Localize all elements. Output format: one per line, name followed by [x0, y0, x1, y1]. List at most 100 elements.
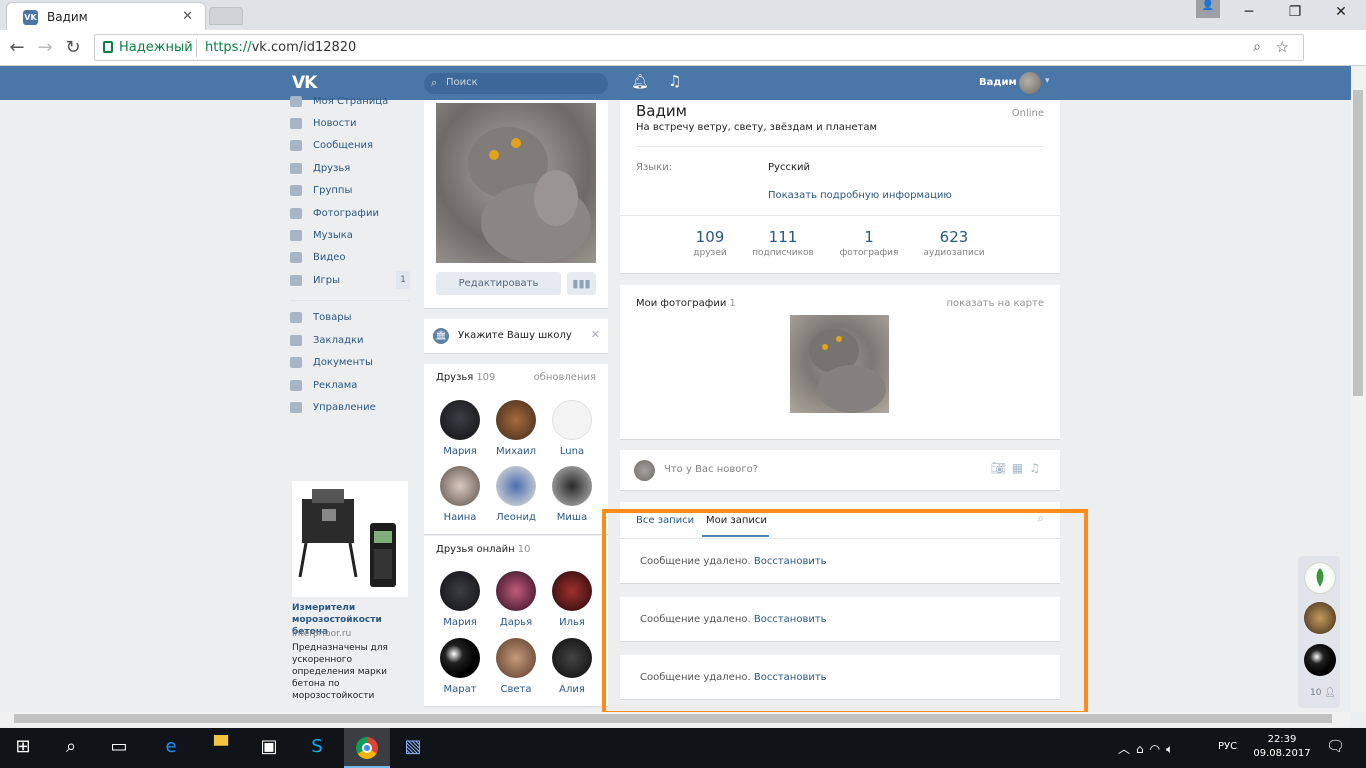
sidebar-item-manage[interactable]: Управление	[290, 400, 410, 418]
edit-button[interactable]: Редактировать	[436, 272, 561, 295]
friend-item[interactable]: Дарья	[491, 571, 541, 628]
chevron-down-icon[interactable]: ▾	[1045, 76, 1050, 86]
friend-item[interactable]: Марат	[435, 638, 485, 695]
sidebar-item-games[interactable]: Игры	[290, 273, 410, 291]
avatar[interactable]	[1304, 602, 1336, 634]
restore-link[interactable]: Восстановить	[754, 672, 827, 683]
friend-item[interactable]: Алия	[547, 638, 597, 695]
start-icon[interactable]: ⊞	[6, 736, 40, 757]
restore-link[interactable]: Восстановить	[754, 614, 827, 625]
avatar	[552, 638, 592, 678]
star-icon[interactable]: ☆	[1276, 38, 1289, 56]
profile-icon[interactable]: 👤	[1196, 0, 1220, 18]
online-count[interactable]: 10 👤︎	[1310, 688, 1336, 698]
skype-icon[interactable]: S	[300, 736, 334, 757]
show-more-info-link[interactable]: Показать подробную информацию	[768, 190, 952, 201]
camera-icon[interactable]: 📷︎	[991, 461, 1012, 475]
new-post-input[interactable]: Что у Вас нового?	[664, 464, 758, 475]
language-indicator[interactable]: РУС	[1218, 741, 1237, 752]
school-prompt-card[interactable]: 🏛︎ Укажите Вашу школу ✕	[424, 319, 608, 353]
friend-item[interactable]: Мария	[435, 400, 485, 457]
header-user-name[interactable]: Вадим	[979, 77, 1017, 88]
sidebar-item-messages[interactable]: Сообщения	[290, 138, 410, 156]
counter-followers[interactable]: 111 подписчиков	[738, 228, 828, 258]
notification-icon[interactable]: 🗨︎	[1326, 737, 1345, 755]
close-tab-icon[interactable]: ✕	[182, 9, 193, 24]
friends-title[interactable]: Друзья 109	[436, 372, 495, 383]
sidebar-item-documents[interactable]: Документы	[290, 355, 410, 373]
minimize-icon[interactable]: ─	[1234, 4, 1264, 20]
sidebar-item-bookmarks[interactable]: Закладки	[290, 333, 410, 351]
search-input[interactable]: ⌕ Поиск	[424, 73, 608, 94]
friend-item[interactable]: Михаил	[491, 400, 541, 457]
music-icon[interactable]: ♫	[668, 72, 681, 90]
friend-item[interactable]: Миша	[547, 466, 597, 523]
search-icon[interactable]: ⌕	[1037, 511, 1044, 526]
star-icon	[290, 335, 302, 346]
folder-icon[interactable]: ▀	[204, 736, 238, 757]
film-icon[interactable]: ▦	[1012, 461, 1029, 475]
sidebar-item-video[interactable]: Видео	[290, 250, 410, 268]
sidebar-item-goods[interactable]: Товары	[290, 310, 410, 328]
close-icon[interactable]: ✕	[591, 328, 600, 341]
sidebar-item-photos[interactable]: Фотографии	[290, 206, 410, 224]
edge-icon[interactable]: e	[154, 736, 188, 757]
clock[interactable]: 22:39 09.08.2017	[1252, 733, 1312, 761]
sidebar-item-news[interactable]: Новости	[290, 116, 410, 134]
friend-item[interactable]: Света	[491, 638, 541, 695]
tab-all-posts[interactable]: Все записи	[636, 515, 694, 526]
languages-value[interactable]: Русский	[768, 162, 810, 173]
friend-item[interactable]: Наина	[435, 466, 485, 523]
task-view-icon[interactable]: ▭	[102, 736, 136, 757]
close-window-icon[interactable]: ✕	[1326, 4, 1356, 20]
photo-thumbnail[interactable]	[790, 315, 889, 413]
chrome-taskbar-button[interactable]	[344, 728, 390, 768]
system-tray[interactable]: ︿⌂◠🔈︎	[1118, 740, 1179, 757]
paint-icon[interactable]: ▧	[396, 736, 430, 757]
avatar[interactable]	[1019, 72, 1041, 94]
browser-tab[interactable]: VK Вадим ✕	[6, 2, 206, 30]
sidebar-item-friends[interactable]: Друзья	[290, 161, 410, 179]
my-photos-title[interactable]: Мои фотографии 1	[636, 298, 736, 309]
vertical-scroll-thumb[interactable]	[1353, 90, 1363, 396]
online-status: Online	[1011, 108, 1044, 119]
music-icon[interactable]: ♫	[1029, 461, 1046, 475]
attach-icons[interactable]: 📷︎▦♫	[991, 461, 1046, 475]
avatar[interactable]	[1304, 562, 1336, 594]
store-icon[interactable]: ▣	[252, 736, 286, 757]
stats-icon[interactable]: ▮▮▮	[567, 272, 596, 295]
tab-my-posts[interactable]: Мои записи	[706, 515, 767, 526]
restore-link[interactable]: Восстановить	[754, 556, 827, 567]
new-tab-button[interactable]	[209, 7, 243, 25]
zoom-icon[interactable]: ⌕	[1253, 39, 1261, 55]
ad-domain[interactable]: interpribor.ru	[292, 629, 351, 639]
counter-audio[interactable]: 623 аудиозаписи	[909, 228, 999, 258]
profile-status[interactable]: На встречу ветру, свету, звёздам и плане…	[636, 122, 877, 133]
search-icon[interactable]: ⌕	[54, 736, 88, 757]
friend-item[interactable]: Леонид	[491, 466, 541, 523]
profile-photo[interactable]	[436, 103, 596, 263]
sidebar-item-groups[interactable]: Группы	[290, 183, 410, 201]
forward-icon[interactable]: →	[34, 37, 56, 58]
sidebar-item-my-page[interactable]: Моя Страница	[290, 94, 410, 112]
ad-image[interactable]	[292, 481, 408, 597]
friend-item[interactable]: Luna	[547, 400, 597, 457]
sidebar-item-ads[interactable]: Реклама	[290, 378, 410, 396]
reload-icon[interactable]: ↻	[62, 37, 84, 58]
friend-item[interactable]: Мария	[435, 571, 485, 628]
counter-photos[interactable]: 1 фотография	[824, 228, 914, 258]
back-icon[interactable]: ←	[6, 37, 28, 58]
vk-logo[interactable]: VK	[292, 73, 317, 93]
sidebar-item-music[interactable]: Музыка	[290, 228, 410, 246]
online-friends-title[interactable]: Друзья онлайн 10	[436, 544, 530, 555]
bell-icon[interactable]: 🔔︎	[631, 74, 649, 90]
show-on-map-link[interactable]: показать на карте	[946, 298, 1044, 309]
friends-updates-link[interactable]: обновления	[534, 372, 596, 383]
horizontal-scroll-thumb[interactable]	[14, 714, 1332, 723]
url-input[interactable]: Надежный https://vk.com/id12820 ⌕ ☆	[94, 34, 1304, 61]
avatar[interactable]	[1304, 644, 1336, 676]
school-prompt: Укажите Вашу школу	[458, 330, 572, 341]
friend-item[interactable]: Илья	[547, 571, 597, 628]
restore-icon[interactable]: ❐	[1280, 4, 1310, 20]
post-deleted: Сообщение удалено. Восстановить	[620, 655, 1060, 699]
